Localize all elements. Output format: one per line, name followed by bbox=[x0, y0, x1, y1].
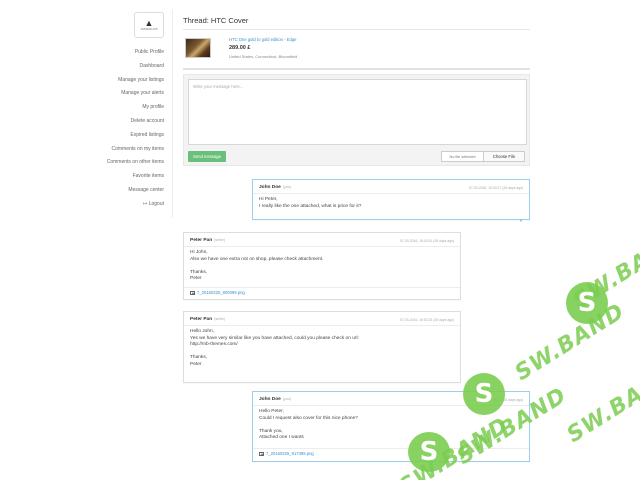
message-date: 07-03-2016, 15:03:17 (26 days ago) bbox=[468, 186, 523, 190]
logout-label: Logout bbox=[148, 200, 164, 207]
message-body: Hello John, Yes we have very similar lik… bbox=[190, 329, 454, 369]
page-title: Thread: HTC Cover bbox=[183, 16, 249, 25]
attachment-divider bbox=[184, 287, 460, 288]
message-line: Peter bbox=[190, 276, 202, 282]
message-line: Hi Peter, bbox=[259, 197, 278, 202]
message-line: Hello Peter, bbox=[259, 409, 284, 414]
message-header-divider bbox=[253, 193, 529, 194]
product-thumbnail[interactable] bbox=[185, 38, 211, 58]
product-name-link[interactable]: HTC One gold to gold edition - Edge bbox=[229, 37, 297, 42]
sidebar-item-message-center[interactable]: Message center bbox=[107, 184, 164, 198]
watermark-logo-icon: S bbox=[566, 282, 608, 324]
site-logo[interactable]: ▲ ANDROID APP bbox=[134, 12, 164, 38]
image-icon bbox=[259, 451, 264, 456]
author-name: John Doe bbox=[259, 397, 281, 402]
message-body: Hello Peter, Could I request also cover … bbox=[259, 409, 523, 442]
message-date: 07-03-2016, 16:42:51 (26 days ago) bbox=[399, 239, 454, 243]
message-card: Peter Pan (seller) 07-03-2016, 16:42:51 (… bbox=[183, 232, 461, 300]
sidebar-item-dashboard[interactable]: Dashboard bbox=[107, 60, 164, 74]
message-body: Hi John, Also we have one extra not on s… bbox=[190, 250, 454, 283]
sidebar-divider bbox=[172, 10, 173, 218]
author-role: (seller) bbox=[214, 238, 226, 242]
logo-text: ANDROID APP bbox=[140, 28, 158, 31]
message-line: Also we have one extra not on shop, plea… bbox=[190, 256, 324, 262]
message-line: Thanks, bbox=[190, 269, 208, 275]
attachment-divider bbox=[253, 448, 529, 449]
message-line: Peter bbox=[190, 361, 202, 367]
sidebar-item-favorite-items[interactable]: Favorite items bbox=[107, 170, 164, 184]
product-price: 289.00 £ bbox=[229, 45, 251, 51]
message-input[interactable] bbox=[188, 79, 527, 145]
product-location: United States, Connecticut, Bloomfield bbox=[229, 54, 298, 59]
sidebar-item-public-profile[interactable]: Public Profile bbox=[107, 46, 164, 60]
message-line: Hi John, bbox=[190, 250, 208, 255]
message-line: Thanks, bbox=[190, 355, 208, 361]
attachment-filename: 7_20160320_900099.png bbox=[197, 290, 245, 295]
message-header-divider bbox=[184, 246, 460, 247]
author-role: (you) bbox=[282, 397, 292, 401]
file-picker[interactable]: No file selected Choose File bbox=[441, 151, 525, 162]
author-role: (seller) bbox=[214, 317, 226, 321]
message-line: Hello John, bbox=[190, 329, 214, 334]
author-name: John Doe bbox=[259, 185, 281, 190]
attachment-link[interactable]: 7_20160325_917399.png bbox=[259, 451, 314, 456]
choose-file-button[interactable]: Choose File bbox=[484, 152, 524, 161]
android-logo-icon: ▲ bbox=[144, 18, 154, 28]
watermark-text: SW.BAND bbox=[510, 299, 630, 386]
watermark-text: SW.BAND bbox=[562, 361, 640, 448]
author-role: (you) bbox=[282, 185, 292, 189]
message-author: John Doe (you) bbox=[259, 397, 291, 402]
message-body: Hi Peter, I really like the one attached… bbox=[259, 197, 523, 210]
watermark-text: SW.BAND bbox=[568, 227, 640, 314]
sidebar-item-comments-my-items[interactable]: Comments on my items bbox=[107, 143, 164, 157]
image-icon bbox=[190, 290, 195, 295]
message-header-divider bbox=[253, 405, 529, 406]
compose-panel: Send message No file selected Choose Fil… bbox=[183, 74, 530, 166]
sidebar-item-manage-alerts[interactable]: Manage your alerts bbox=[107, 87, 164, 101]
sidebar-item-manage-listings[interactable]: Manage your listings bbox=[107, 74, 164, 88]
message-line: Could I request also cover for this nice… bbox=[259, 415, 358, 421]
author-name: Peter Pan bbox=[190, 238, 213, 243]
message-author: Peter Pan (seller) bbox=[190, 317, 225, 322]
message-tail-icon: ▼ bbox=[519, 218, 523, 223]
message-line: I really like the one attached, what is … bbox=[259, 203, 362, 209]
author-name: Peter Pan bbox=[190, 317, 213, 322]
send-message-button[interactable]: Send message bbox=[188, 151, 226, 162]
product-divider bbox=[183, 68, 530, 70]
message-line: Attached one I wants bbox=[259, 435, 304, 441]
message-header-divider bbox=[184, 325, 460, 326]
sidebar: ▲ ANDROID APP Public Profile Dashboard M… bbox=[96, 0, 174, 480]
message-link[interactable]: http://mb-themes.com/ bbox=[190, 342, 454, 349]
file-status: No file selected bbox=[442, 152, 484, 161]
attachment-filename: 7_20160325_917399.png bbox=[266, 451, 314, 456]
message-author: John Doe (you) bbox=[259, 185, 291, 190]
message-card: John Doe (you) 07-03-2016, 17:08:49 (26 d… bbox=[252, 391, 530, 462]
title-divider bbox=[183, 29, 530, 30]
message-card: John Doe (you) 07-03-2016, 15:03:17 (26 d… bbox=[252, 179, 530, 220]
message-card: Peter Pan (seller) 07-03-2016, 16:52:23 (… bbox=[183, 311, 461, 383]
sidebar-item-expired-listings[interactable]: Expired listings bbox=[107, 129, 164, 143]
sidebar-item-logout[interactable]: ↦ Logout bbox=[107, 198, 164, 212]
message-date: 07-03-2016, 16:52:23 (26 days ago) bbox=[399, 318, 454, 322]
message-author: Peter Pan (seller) bbox=[190, 238, 225, 243]
sidebar-menu: Public Profile Dashboard Manage your lis… bbox=[107, 46, 164, 212]
message-date: 07-03-2016, 17:08:49 (26 days ago) bbox=[468, 398, 523, 402]
attachment-link[interactable]: 7_20160320_900099.png bbox=[190, 290, 245, 295]
sidebar-item-delete-account[interactable]: Delete account bbox=[107, 115, 164, 129]
sidebar-item-comments-other-items[interactable]: Comments on other items bbox=[107, 156, 164, 170]
sidebar-item-my-profile[interactable]: My profile bbox=[107, 101, 164, 115]
